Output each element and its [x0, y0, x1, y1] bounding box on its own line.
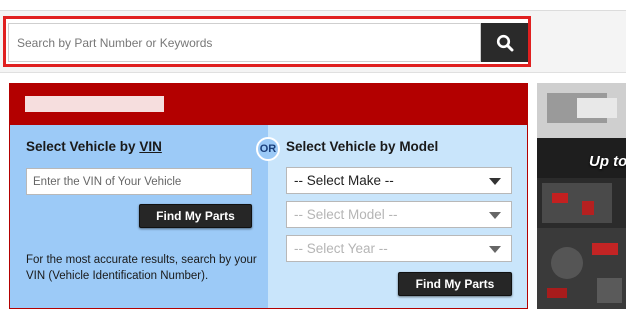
search-field-wrapper[interactable] — [8, 23, 481, 62]
engine-photo-graphic — [537, 83, 626, 309]
vin-heading-text: Select Vehicle by — [26, 139, 140, 154]
vehicle-selector-panel: Select Vehicle by VIN Find My Parts For … — [9, 83, 528, 309]
make-select-value: -- Select Make -- — [294, 173, 394, 188]
chevron-down-icon — [489, 212, 501, 219]
make-select[interactable]: -- Select Make -- — [286, 167, 512, 194]
search-input[interactable] — [9, 24, 480, 61]
promo-banner-image[interactable]: Up to — [537, 83, 626, 309]
chevron-down-icon — [489, 178, 501, 185]
year-select[interactable]: -- Select Year -- — [286, 235, 512, 262]
year-select-value: -- Select Year -- — [294, 241, 388, 256]
chevron-down-icon — [489, 246, 501, 253]
model-select[interactable]: -- Select Model -- — [286, 201, 512, 228]
or-badge: OR — [256, 137, 280, 161]
vin-input[interactable] — [27, 169, 251, 194]
vin-help-note: For the most accurate results, search by… — [26, 254, 257, 282]
model-find-parts-button[interactable]: Find My Parts — [398, 272, 512, 296]
model-heading: Select Vehicle by Model — [286, 139, 439, 154]
model-select-value: -- Select Model -- — [294, 207, 398, 222]
search-button[interactable] — [481, 23, 528, 62]
panel-header — [10, 84, 527, 125]
vin-heading: Select Vehicle by VIN — [26, 139, 162, 154]
top-strip — [0, 0, 626, 11]
search-icon — [496, 34, 513, 51]
header-title-placeholder — [25, 96, 164, 112]
promo-text: Up to — [589, 153, 626, 170]
vin-field-wrapper[interactable] — [26, 168, 252, 195]
vin-help-link[interactable]: VIN — [139, 139, 162, 154]
vin-find-parts-button[interactable]: Find My Parts — [139, 204, 252, 228]
